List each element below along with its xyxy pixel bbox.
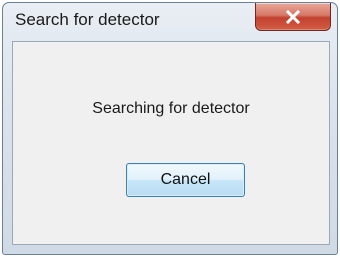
window-title: Search for detector <box>15 10 160 29</box>
dialog-body: Searching for detector Cancel <box>12 41 330 245</box>
status-message: Searching for detector <box>92 100 250 117</box>
cancel-button[interactable]: Cancel <box>126 163 245 197</box>
title-bar[interactable]: Search for detector <box>3 3 337 37</box>
close-icon <box>285 9 301 24</box>
close-button[interactable] <box>255 3 331 31</box>
dialog-window: Search for detector Searching for detect… <box>2 2 338 255</box>
